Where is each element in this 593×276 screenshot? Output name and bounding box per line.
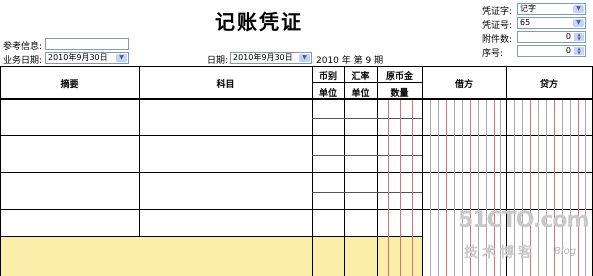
- col-header-unit1: 单位: [318, 89, 337, 99]
- col-header-orig-amount: 原币金: [385, 72, 413, 82]
- date-value: 2010年9月30日: [233, 53, 293, 62]
- attachments-value: 0: [565, 32, 571, 41]
- chevron-down-icon[interactable]: ▼: [299, 54, 310, 62]
- business-date-picker[interactable]: 2010年9月30日 ▼: [45, 52, 129, 64]
- voucher-word-value: 记字: [520, 4, 536, 13]
- chevron-down-icon[interactable]: ▼: [573, 19, 584, 27]
- voucher-title: 记账凭证: [215, 10, 303, 34]
- col-header-summary: 摘要: [60, 80, 79, 90]
- voucher-word-select[interactable]: 记字 ▼: [517, 3, 586, 15]
- watermark: 51CTO.com 技术博客 Blog: [458, 208, 593, 276]
- business-date-label: 业务日期:: [3, 56, 43, 66]
- chevron-down-icon[interactable]: ▼: [573, 5, 584, 13]
- attachments-label: 附件数:: [482, 35, 513, 45]
- attachments-stepper[interactable]: 0 ▲ ▼: [517, 31, 586, 43]
- watermark-line2: 技术博客: [464, 245, 536, 261]
- watermark-line3: Blog: [554, 246, 577, 257]
- seq-label: 序号:: [482, 49, 504, 59]
- ref-info-input[interactable]: [45, 38, 129, 50]
- col-header-unit2: 单位: [351, 89, 370, 99]
- period-text: 2010 年 第 9 期: [316, 56, 384, 66]
- col-header-rate: 汇率: [351, 72, 370, 82]
- voucher-no-value: 65: [520, 18, 531, 27]
- voucher-no-select[interactable]: 65 ▼: [517, 17, 586, 29]
- spin-down-icon[interactable]: ▼: [574, 51, 584, 55]
- col-header-credit: 贷方: [539, 80, 558, 90]
- voucher-no-label: 凭证号:: [482, 21, 513, 31]
- date-label: 日期:: [207, 56, 229, 66]
- seq-value: 0: [565, 46, 571, 55]
- col-header-debit: 借方: [454, 80, 473, 90]
- col-header-account: 科目: [216, 80, 235, 90]
- ref-info-label: 参考信息:: [3, 42, 43, 52]
- col-header-currency: 币别: [318, 72, 337, 82]
- total-row: [0, 236, 422, 276]
- watermark-line1: 51CTO.com: [458, 208, 589, 233]
- seq-stepper[interactable]: 0 ▲ ▼: [517, 45, 586, 57]
- date-picker[interactable]: 2010年9月30日 ▼: [230, 52, 312, 64]
- chevron-down-icon[interactable]: ▼: [116, 54, 127, 62]
- voucher-word-label: 凭证字:: [482, 7, 513, 17]
- col-header-quantity: 数量: [390, 89, 409, 99]
- business-date-value: 2010年9月30日: [48, 53, 108, 62]
- spin-down-icon[interactable]: ▼: [574, 37, 584, 41]
